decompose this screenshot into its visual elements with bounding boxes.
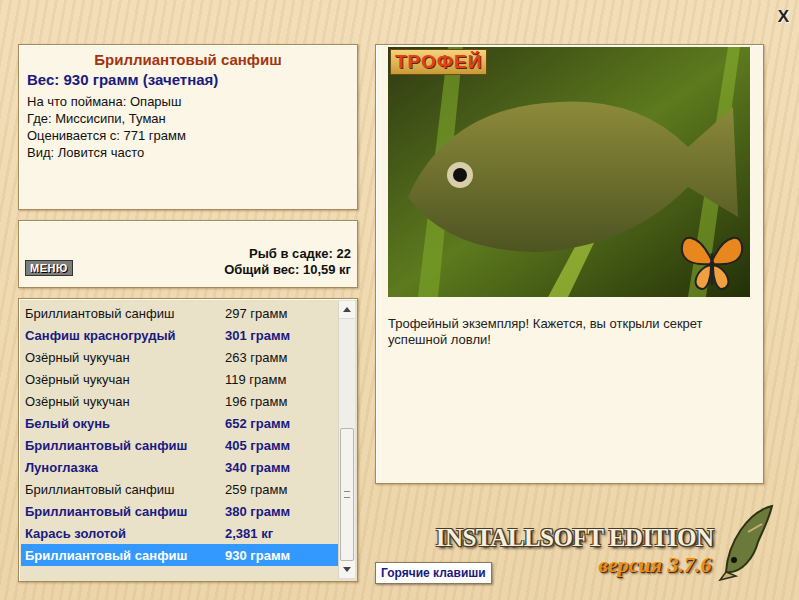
fish-name-cell: Луноглазка [25, 460, 225, 475]
fish-weight-cell: 297 грамм [225, 306, 338, 321]
left-column: Бриллиантовый санфишВес: 930 грамм (заче… [18, 44, 358, 584]
catch-row[interactable]: Озёрный чукучан196 грамм [21, 390, 338, 412]
fish-weight-cell: 2,381 кг [225, 526, 338, 541]
catch-row[interactable]: Бриллиантовый санфиш380 грамм [21, 500, 338, 522]
fish-weight-cell: 196 грамм [225, 394, 338, 409]
main-area: Бриллиантовый санфишВес: 930 грамм (заче… [0, 44, 799, 584]
fish-info-panel: Бриллиантовый санфишВес: 930 грамм (заче… [18, 44, 358, 210]
pike-icon [718, 502, 780, 582]
scroll-track[interactable] [339, 319, 355, 561]
bottom-area: Горячие клавишиINSTALLSOFT EDITIONверсия… [375, 484, 764, 584]
butterfly-icon [678, 231, 746, 295]
game-screen: XБриллиантовый санфишВес: 930 грамм (зач… [0, 0, 799, 600]
fish-detail: На что поймана: Опарыш [27, 93, 349, 110]
scroll-thumb[interactable] [340, 428, 354, 561]
catch-row[interactable]: Карась золотой2,381 кг [21, 522, 338, 544]
catch-row[interactable]: Озёрный чукучан263 грамм [21, 346, 338, 368]
fish-name: Бриллиантовый санфиш [27, 49, 349, 71]
menu-button[interactable]: МЕНЮ [25, 260, 73, 276]
catch-list-panel: Бриллиантовый санфиш297 граммСанфиш крас… [18, 298, 358, 582]
stat-line: Рыб в садке: 22 [224, 246, 351, 262]
catch-row[interactable]: Озёрный чукучан119 грамм [21, 368, 338, 390]
close-button[interactable]: X [778, 7, 789, 27]
fish-weight: Вес: 930 грамм (зачетная) [27, 71, 349, 93]
top-bar: X [0, 0, 799, 44]
catch-row[interactable]: Бриллиантовый санфиш259 грамм [21, 478, 338, 500]
fish-weight-cell: 652 грамм [225, 416, 338, 431]
fish-detail: Вид: Ловится часто [27, 144, 349, 161]
catch-message: Трофейный экземпляр! Кажется, вы открыли… [388, 297, 751, 348]
right-column: ТРОФЕЙ Трофейный экземпляр! Кажется, вы о… [375, 44, 764, 584]
arrow-down-icon [343, 567, 351, 572]
fish-detail: Где: Миссисипи, Туман [27, 110, 349, 127]
fish-weight-cell: 405 грамм [225, 438, 338, 453]
scroll-down-button[interactable] [339, 561, 355, 579]
trophy-badge: ТРОФЕЙ [390, 49, 487, 75]
fish-weight-cell: 930 грамм [225, 548, 338, 563]
brand-version: версия 3.7.6 [436, 552, 714, 578]
fish-name-cell: Озёрный чукучан [25, 394, 225, 409]
fish-name-cell: Белый окунь [25, 416, 225, 431]
catch-row[interactable]: Санфиш красногрудый301 грамм [21, 324, 338, 346]
fish-weight-cell: 119 грамм [225, 372, 338, 387]
catch-row[interactable]: Белый окунь652 грамм [21, 412, 338, 434]
fish-weight-cell: 259 грамм [225, 482, 338, 497]
brand-logo: INSTALLSOFT EDITIONверсия 3.7.6 [436, 502, 768, 582]
fish-name-cell: Озёрный чукучан [25, 350, 225, 365]
fish-detail: Оценивается с: 771 грамм [27, 127, 349, 144]
fish-photo: ТРОФЕЙ [388, 47, 750, 297]
fish-name-cell: Бриллиантовый санфиш [25, 306, 225, 321]
catch-row[interactable]: Бриллиантовый санфиш930 грамм [21, 544, 338, 566]
catch-row[interactable]: Бриллиантовый санфиш297 грамм [21, 302, 338, 324]
fish-name-cell: Озёрный чукучан [25, 372, 225, 387]
scroll-up-button[interactable] [339, 301, 355, 319]
catch-row[interactable]: Луноглазка340 грамм [21, 456, 338, 478]
catch-row[interactable]: Бриллиантовый санфиш405 грамм [21, 434, 338, 456]
fish-name-cell: Карась золотой [25, 526, 225, 541]
fish-name-cell: Бриллиантовый санфиш [25, 438, 225, 453]
brand-title: INSTALLSOFT EDITION [436, 524, 714, 552]
arrow-up-icon [343, 307, 351, 312]
hotkeys-button[interactable]: Горячие клавиши [375, 562, 492, 584]
stats-panel: МЕНЮ Рыб в садке: 22Общий вес: 10,59 кг [18, 220, 358, 288]
fish-name-cell: Бриллиантовый санфиш [25, 548, 225, 563]
scrollbar[interactable] [338, 301, 355, 579]
fish-name-cell: Санфиш красногрудый [25, 328, 225, 343]
stat-line: Общий вес: 10,59 кг [224, 262, 351, 278]
brand-text: INSTALLSOFT EDITIONверсия 3.7.6 [436, 524, 714, 582]
fish-weight-cell: 340 грамм [225, 460, 338, 475]
fish-name-cell: Бриллиантовый санфиш [25, 504, 225, 519]
picture-panel: ТРОФЕЙ Трофейный экземпляр! Кажется, вы о… [375, 44, 764, 484]
grip-icon [344, 491, 350, 498]
catch-list: Бриллиантовый санфиш297 граммСанфиш крас… [21, 301, 338, 579]
fish-weight-cell: 380 грамм [225, 504, 338, 519]
fish-weight-cell: 301 грамм [225, 328, 338, 343]
stats: Рыб в садке: 22Общий вес: 10,59 кг [224, 246, 351, 278]
fish-weight-cell: 263 грамм [225, 350, 338, 365]
fish-name-cell: Бриллиантовый санфиш [25, 482, 225, 497]
